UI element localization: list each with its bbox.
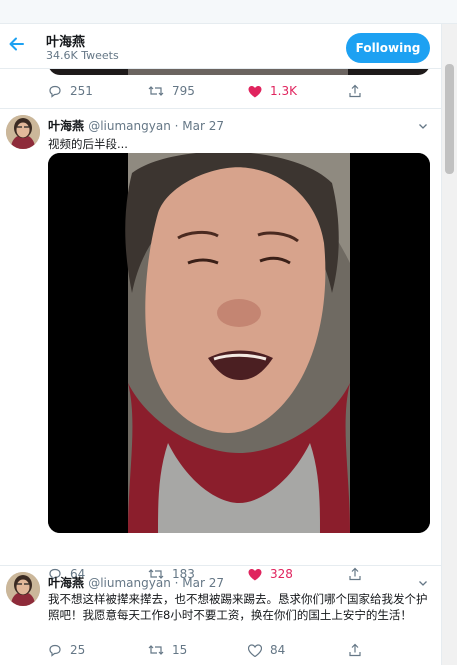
avatar-photo [6,572,40,606]
share-button[interactable] [348,643,378,657]
following-button[interactable]: Following [346,33,430,63]
tweet-author: 叶海燕 @liumangyan · Mar 27 [48,117,224,134]
back-arrow-icon[interactable] [6,34,26,54]
reply-count: 251 [70,84,93,98]
tweet-text: 我不想这样被撵来撵去，也不想被踢来踢去。恳求你们哪个国家给我发个护照吧！我愿意每… [48,592,428,622]
like-count: 84 [270,643,286,657]
reply-icon [49,644,61,657]
tweet-actions: 25 15 84 [48,641,378,659]
avatar-photo [6,115,40,149]
tweet[interactable]: 叶海燕 @liumangyan · Mar 27 视频的后半段... 64 18… [0,109,441,581]
reply-icon [49,85,61,98]
author-handle-date[interactable]: @liumangyan · Mar 27 [88,119,224,133]
like-count: 1.3K [270,84,297,98]
previous-tweet-actions: 251 795 1.3K [48,82,378,100]
scrollbar-thumb[interactable] [445,64,454,174]
retweet-icon [148,86,164,96]
share-icon [349,84,361,98]
share-button[interactable] [348,84,378,98]
retweet-button[interactable]: 15 [148,643,248,657]
browser-top-strip [0,0,457,24]
chevron-down-icon[interactable] [418,121,428,131]
tweet-author: 叶海燕 @liumangyan · Mar 27 [48,574,224,591]
share-icon [349,643,361,657]
like-button[interactable]: 1.3K [248,84,348,98]
retweet-count: 795 [172,84,195,98]
tweet[interactable]: 叶海燕 @liumangyan · Mar 27 我不想这样被撵来撵去，也不想被… [0,566,441,665]
reply-button[interactable]: 251 [48,84,148,98]
tweet-text: 视频的后半段... [48,137,128,151]
video-frame [48,153,430,533]
reply-button[interactable]: 25 [48,643,148,657]
heart-outline-icon [248,643,262,657]
heart-icon [248,85,262,97]
retweet-count: 15 [172,643,188,657]
chevron-down-icon[interactable] [418,578,428,588]
scrollbar[interactable] [442,24,457,665]
timeline-column: 叶海燕 34.6K Tweets Following 251 795 1.3K [0,24,442,665]
tweet-count: 34.6K Tweets [46,49,119,62]
reply-count: 25 [70,643,86,657]
avatar[interactable] [6,115,40,149]
retweet-button[interactable]: 795 [148,84,248,98]
tweet-video[interactable] [48,153,430,533]
profile-name: 叶海燕 [46,35,86,50]
author-name[interactable]: 叶海燕 [48,576,84,590]
avatar[interactable] [6,572,40,606]
retweet-icon [148,645,164,655]
author-name[interactable]: 叶海燕 [48,119,84,133]
profile-header: 叶海燕 34.6K Tweets Following [0,24,441,69]
like-button[interactable]: 84 [248,643,348,657]
author-handle-date[interactable]: @liumangyan · Mar 27 [88,576,224,590]
